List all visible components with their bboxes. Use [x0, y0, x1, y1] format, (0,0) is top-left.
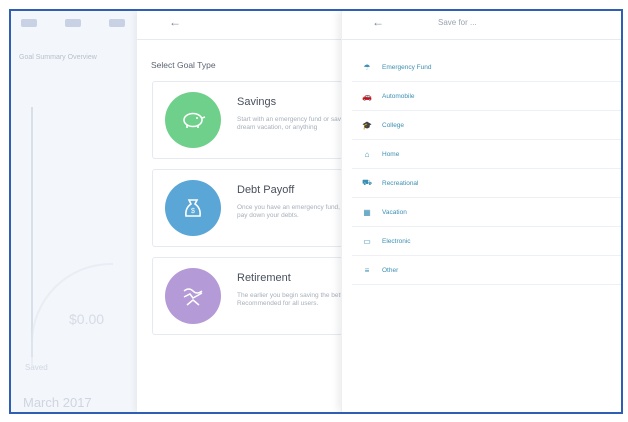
background-chart-axis [31, 107, 33, 357]
panel-divider [342, 39, 621, 40]
category-item-automobile[interactable]: 🚗 Automobile [352, 82, 621, 111]
panel-divider [137, 39, 342, 40]
other-icon: ≡ [364, 265, 370, 275]
goal-card-retirement[interactable]: Retirement The earlier you begin saving … [152, 257, 343, 335]
section-title: Select Goal Type [151, 60, 216, 70]
category-item-vacation[interactable]: ▦ Vacation [352, 198, 621, 227]
category-label: Emergency Fund [382, 63, 432, 71]
monitor-icon: ▭ [363, 236, 371, 246]
svg-text:$: $ [191, 208, 195, 215]
category-item-emergency-fund[interactable]: ☂ Emergency Fund [352, 53, 621, 82]
category-label: Automobile [382, 92, 415, 100]
goal-description-line: dream vacation, or anything [237, 124, 318, 131]
background-toolbar [21, 19, 125, 27]
category-item-college[interactable]: 🎓 College [352, 111, 621, 140]
piggy-bank-icon [165, 92, 221, 148]
save-for-panel: ← Save for ... ☂ Emergency Fund 🚗 Automobil… [341, 11, 621, 412]
goal-description-line: Start with an emergency fund or save for… [237, 116, 343, 123]
background-note: Saved [25, 363, 48, 372]
goal-card-debt-payoff[interactable]: $ Debt Payoff Once you have an emergency… [152, 169, 343, 247]
car-icon: 🚗 [362, 91, 372, 101]
category-label: College [382, 121, 405, 129]
goal-description: Start with an emergency fund or save for… [237, 116, 343, 132]
back-arrow-icon[interactable]: ← [169, 15, 181, 29]
goal-description-line: Once you have an emergency fund, start t… [237, 204, 343, 211]
category-item-other[interactable]: ≡ Other [352, 256, 621, 285]
suitcase-icon: ▦ [363, 207, 371, 217]
goal-description-line: The earlier you begin saving the better. [237, 292, 343, 299]
category-label: Vacation [382, 208, 407, 216]
category-list: ☂ Emergency Fund 🚗 Automobile 🎓 College ⌂ Home ⛟… [352, 53, 621, 285]
home-icon: ⌂ [364, 149, 370, 159]
category-item-recreational[interactable]: ⛟ Recreational [352, 169, 621, 198]
goal-description: Once you have an emergency fund, start t… [237, 204, 343, 220]
goal-title: Debt Payoff [237, 184, 295, 196]
umbrella-icon: ☂ [363, 62, 371, 72]
goal-description: The earlier you begin saving the better.… [237, 292, 343, 308]
retirement-icon [165, 268, 221, 324]
background-value: $0.00 [69, 311, 105, 327]
goal-title: Retirement [237, 272, 291, 284]
category-label: Other [382, 266, 399, 274]
rv-icon: ⛟ [361, 178, 373, 187]
category-label: Home [382, 150, 400, 158]
graduation-cap-icon: 🎓 [362, 120, 372, 130]
category-item-home[interactable]: ⌂ Home [352, 140, 621, 169]
background-app: Goal Summary Overview $0.00 Saved March … [11, 11, 138, 412]
background-month: March 2017 [23, 395, 92, 410]
goal-title: Savings [237, 96, 277, 108]
goal-description-line: Recommended for all users. [237, 300, 319, 307]
goal-description-line: pay down your debts. [237, 212, 299, 219]
category-label: Recreational [382, 179, 419, 187]
goal-card-savings[interactable]: Savings Start with an emergency fund or … [152, 81, 343, 159]
panel-title: Save for ... [438, 18, 477, 27]
category-label: Electronic [382, 237, 411, 245]
app-frame: Goal Summary Overview $0.00 Saved March … [9, 9, 623, 414]
category-item-electronic[interactable]: ▭ Electronic [352, 227, 621, 256]
money-bag-icon: $ [165, 180, 221, 236]
back-arrow-icon[interactable]: ← [372, 15, 384, 29]
background-subtitle: Goal Summary Overview [19, 54, 97, 61]
goal-type-panel: ← Select Goal Type Savings Start with an… [137, 11, 343, 412]
